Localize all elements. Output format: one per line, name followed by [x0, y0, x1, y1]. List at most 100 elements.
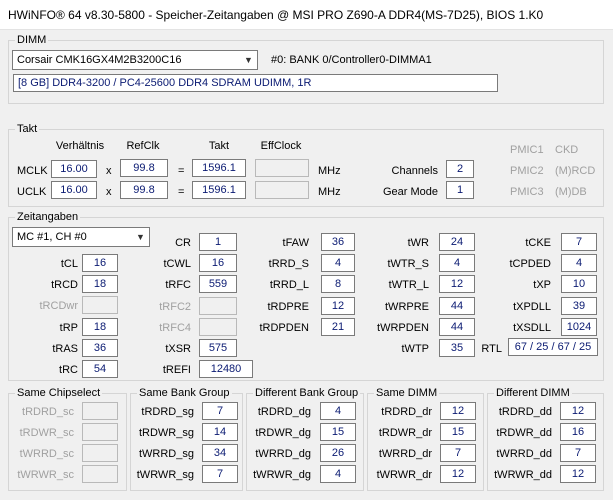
trfc4-label: tRFC4 [159, 321, 191, 334]
trfc4-value [199, 317, 237, 336]
pmic3-value: (M)DB [555, 186, 587, 198]
trdwr-sg-value: 14 [202, 423, 238, 441]
trfc2-label: tRFC2 [159, 300, 191, 313]
different-dimm-group-label: Different DIMM [494, 386, 572, 400]
trdwr-dg-value: 15 [320, 423, 356, 441]
trdrd-sg-label: tRDRD_sg [141, 406, 194, 418]
twrwr-dg-label: tWRWR_dg [253, 469, 311, 481]
trrd-s-label: tRRD_S [268, 258, 309, 271]
tcpded-label: tCPDED [509, 258, 551, 271]
channels-label: Channels [391, 165, 438, 177]
trdpden-label: tRDPDEN [259, 321, 309, 334]
twrwr-dd-value: 12 [560, 465, 596, 483]
trc-value: 54 [82, 360, 118, 378]
channels-value: 2 [446, 160, 474, 178]
mclk-equals: = [178, 165, 185, 177]
trp-value: 18 [82, 317, 118, 336]
pmic2-label: PMIC2 [510, 165, 544, 177]
trdpden-value: 21 [321, 317, 355, 336]
trefi-label: tREFI [162, 364, 191, 377]
title-bar: HWiNFO® 64 v8.30-5800 - Speicher-Zeitang… [0, 0, 613, 30]
trcdwr-value [82, 296, 118, 315]
dimm-location: #0: BANK 0/Controller0-DIMMA1 [271, 54, 432, 66]
twtr-l-label: tWTR_L [388, 279, 429, 292]
trdwr-sg-label: tRDWR_sg [138, 427, 194, 439]
txsdll-value: 1024 [561, 317, 597, 336]
gear-mode-value: 1 [446, 181, 474, 199]
same-chipselect-group-label: Same Chipselect [15, 386, 103, 400]
header-refclk: RefClk [126, 140, 160, 152]
rtl-label: RTL [481, 343, 502, 355]
twrrd-sc-label: tWRRD_sc [19, 448, 74, 460]
twtr-l-value: 12 [439, 275, 475, 294]
twrpre-label: tWRPRE [385, 300, 429, 313]
pmic2-value: (M)RCD [555, 165, 596, 177]
twrpden-label: tWRPDEN [377, 321, 429, 334]
uclk-times: x [106, 186, 112, 198]
chevron-down-icon[interactable]: ▼ [240, 51, 257, 69]
uclk-ratio: 16.00 [51, 181, 97, 199]
mclk-label: MCLK [17, 165, 48, 177]
dimm-group-label: DIMM [15, 33, 49, 47]
twrwr-sg-value: 7 [202, 465, 238, 483]
pmic1-value: CKD [555, 144, 579, 156]
rtl-value: 67 / 25 / 67 / 25 [508, 338, 598, 356]
mclk-ratio: 16.00 [51, 160, 97, 178]
trc-label: tRC [59, 364, 78, 376]
trdrd-dd-label: tRDRD_dd [498, 406, 552, 418]
trdpre-label: tRDPRE [267, 300, 309, 313]
trdpre-value: 12 [321, 296, 355, 315]
twrpden-value: 44 [439, 317, 475, 336]
mclk-refclk: 99.8 [120, 159, 168, 177]
tras-value: 36 [82, 338, 118, 357]
trefi-value: 12480 [199, 360, 253, 379]
different-bank-group-group-label: Different Bank Group [253, 386, 361, 400]
twr-value: 24 [439, 233, 475, 251]
trdwr-sc-label: tRDWR_sc [19, 427, 74, 439]
twtr-s-label: tWTR_S [387, 258, 429, 271]
trfc-label: tRFC [165, 279, 191, 292]
txsr-value: 575 [199, 339, 237, 357]
gear-mode-label: Gear Mode [382, 186, 438, 198]
twr-label: tWR [407, 237, 429, 249]
twrrd-dr-label: tWRRD_dr [378, 448, 432, 460]
tcpded-value: 4 [561, 254, 597, 273]
header-ratio: Verhältnis [55, 140, 105, 152]
tcwl-label: tCWL [163, 258, 192, 271]
trdrd-sc-label: tRDRD_sc [22, 406, 74, 418]
trdrd-dr-value: 12 [440, 402, 476, 420]
trfc-value: 559 [199, 275, 237, 294]
dimm-description: [8 GB] DDR4-3200 / PC4-25600 DDR4 SDRAM … [13, 74, 498, 92]
dimm-module-select[interactable]: Corsair CMK16GX4M2B3200C16 ▼ [12, 50, 258, 70]
trrd-s-value: 4 [321, 254, 355, 273]
tcke-value: 7 [561, 233, 597, 251]
twrrd-dr-value: 7 [440, 444, 476, 462]
trdrd-sc-value [82, 402, 118, 420]
header-takt: Takt [208, 140, 230, 152]
twrwr-dr-value: 12 [440, 465, 476, 483]
tcwl-value: 16 [199, 254, 237, 273]
twrrd-dg-value: 26 [320, 444, 356, 462]
uclk-unit: MHz [318, 186, 341, 198]
tcke-label: tCKE [525, 237, 551, 249]
txsdll-label: tXSDLL [513, 321, 551, 334]
cr-label: CR [175, 237, 191, 249]
tcl-label: tCL [60, 258, 78, 270]
twtp-label: tWTP [401, 343, 430, 355]
mclk-times: x [106, 165, 112, 177]
txsr-label: tXSR [165, 343, 191, 355]
uclk-equals: = [178, 186, 185, 198]
twrwr-dr-label: tWRWR_dr [376, 469, 432, 481]
twtr-s-value: 4 [439, 254, 475, 273]
twrrd-sg-label: tWRRD_sg [138, 448, 194, 460]
trcdwr-label: tRCDwr [39, 300, 79, 313]
trrd-l-value: 8 [321, 275, 355, 294]
window-title: HWiNFO® 64 v8.30-5800 - Speicher-Zeitang… [8, 8, 544, 22]
takt-group-label: Takt [15, 122, 40, 136]
channel-select-value: MC #1, CH #0 [17, 231, 87, 243]
mclk-unit: MHz [318, 165, 341, 177]
trdwr-dg-label: tRDWR_dg [255, 427, 311, 439]
txpdll-label: tXPDLL [513, 300, 551, 313]
uclk-effclock [255, 181, 309, 199]
trdwr-sc-value [82, 423, 118, 441]
